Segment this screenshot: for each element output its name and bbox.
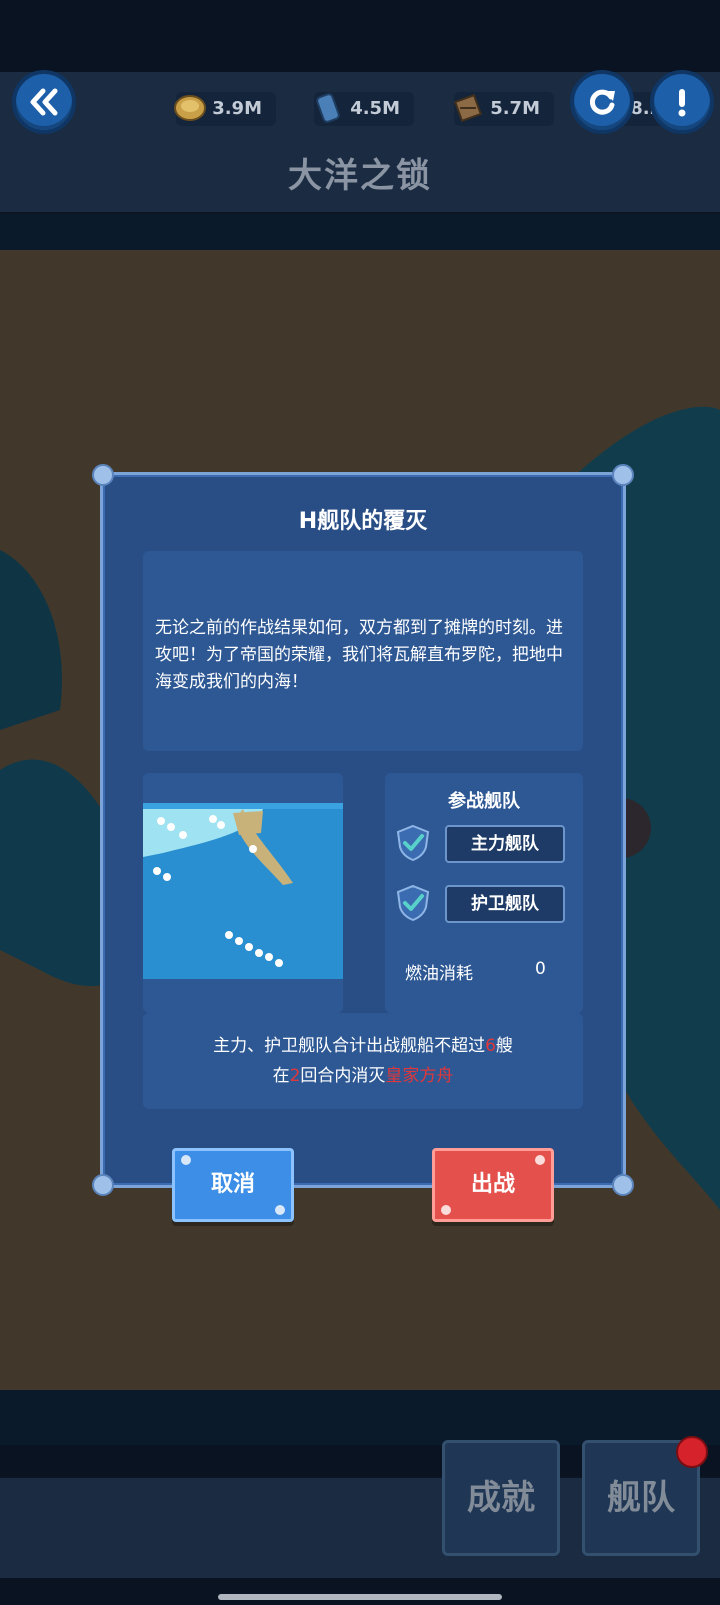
resource-fuel: 4.5M: [314, 92, 414, 126]
dialog-corner: [92, 464, 114, 486]
condition-line-1: 主力、护卫舰队合计出战舰船不超过6艘: [213, 1036, 513, 1056]
fuel-value: 4.5M: [350, 98, 400, 119]
fuel-cost-label: 燃油消耗: [405, 964, 473, 984]
fuel-barrel-icon: [316, 93, 340, 123]
minimap-image: [143, 803, 343, 979]
achievements-button[interactable]: 成就: [442, 1440, 560, 1556]
mission-story-box: 无论之前的作战结果如何，双方都到了摊牌的时刻。进攻吧！为了帝国的荣耀，我们将瓦解…: [143, 551, 583, 751]
mission-minimap: [143, 773, 343, 1013]
back-button[interactable]: [12, 70, 76, 134]
dialog-corner: [612, 464, 634, 486]
ammo-crate-icon: [453, 93, 483, 123]
coin-value: 3.9M: [212, 98, 262, 119]
refresh-icon: [589, 89, 615, 115]
fuel-cost-value: 0: [535, 959, 546, 979]
resource-ammo: 5.7M: [453, 92, 554, 126]
notification-badge: [676, 1436, 708, 1468]
fleet-heading: 参战舰队: [448, 791, 520, 812]
shield-check-icon: [396, 824, 430, 862]
refresh-button[interactable]: [570, 70, 634, 134]
exclamation-icon: [678, 89, 686, 117]
sortie-button[interactable]: 出战: [432, 1148, 554, 1222]
resource-coin: 3.9M: [174, 92, 276, 126]
page-title: 大洋之锁: [288, 156, 432, 196]
fleet-row-escort[interactable]: 护卫舰队: [393, 881, 575, 923]
double-chevron-left-icon: [30, 88, 58, 116]
condition-line-2: 在2回合内消灭皇家方舟: [272, 1066, 454, 1086]
home-indicator[interactable]: [218, 1594, 502, 1600]
dialog-corner: [92, 1174, 114, 1196]
ammo-value: 5.7M: [490, 98, 540, 119]
escort-fleet-button[interactable]: 护卫舰队: [445, 885, 565, 923]
mission-dialog: H舰队的覆灭 无论之前的作战结果如何，双方都到了摊牌的时刻。进攻吧！为了帝国的荣…: [92, 464, 634, 1196]
mission-story-text: 无论之前的作战结果如何，双方都到了摊牌的时刻。进攻吧！为了帝国的荣耀，我们将瓦解…: [155, 618, 563, 692]
fleet-panel: 参战舰队 主力舰队 护卫舰队 燃油消耗 0: [385, 773, 583, 1013]
info-button[interactable]: [650, 70, 714, 134]
main-fleet-button[interactable]: 主力舰队: [445, 825, 565, 863]
cancel-button[interactable]: 取消: [172, 1148, 294, 1222]
shield-check-icon: [396, 884, 430, 922]
mission-title: H舰队的覆灭: [298, 509, 428, 534]
dialog-corner: [612, 1174, 634, 1196]
victory-condition-box: 主力、护卫舰队合计出战舰船不超过6艘 在2回合内消灭皇家方舟: [143, 1013, 583, 1109]
fleet-row-main[interactable]: 主力舰队: [393, 821, 575, 863]
coin-icon: [174, 95, 206, 121]
